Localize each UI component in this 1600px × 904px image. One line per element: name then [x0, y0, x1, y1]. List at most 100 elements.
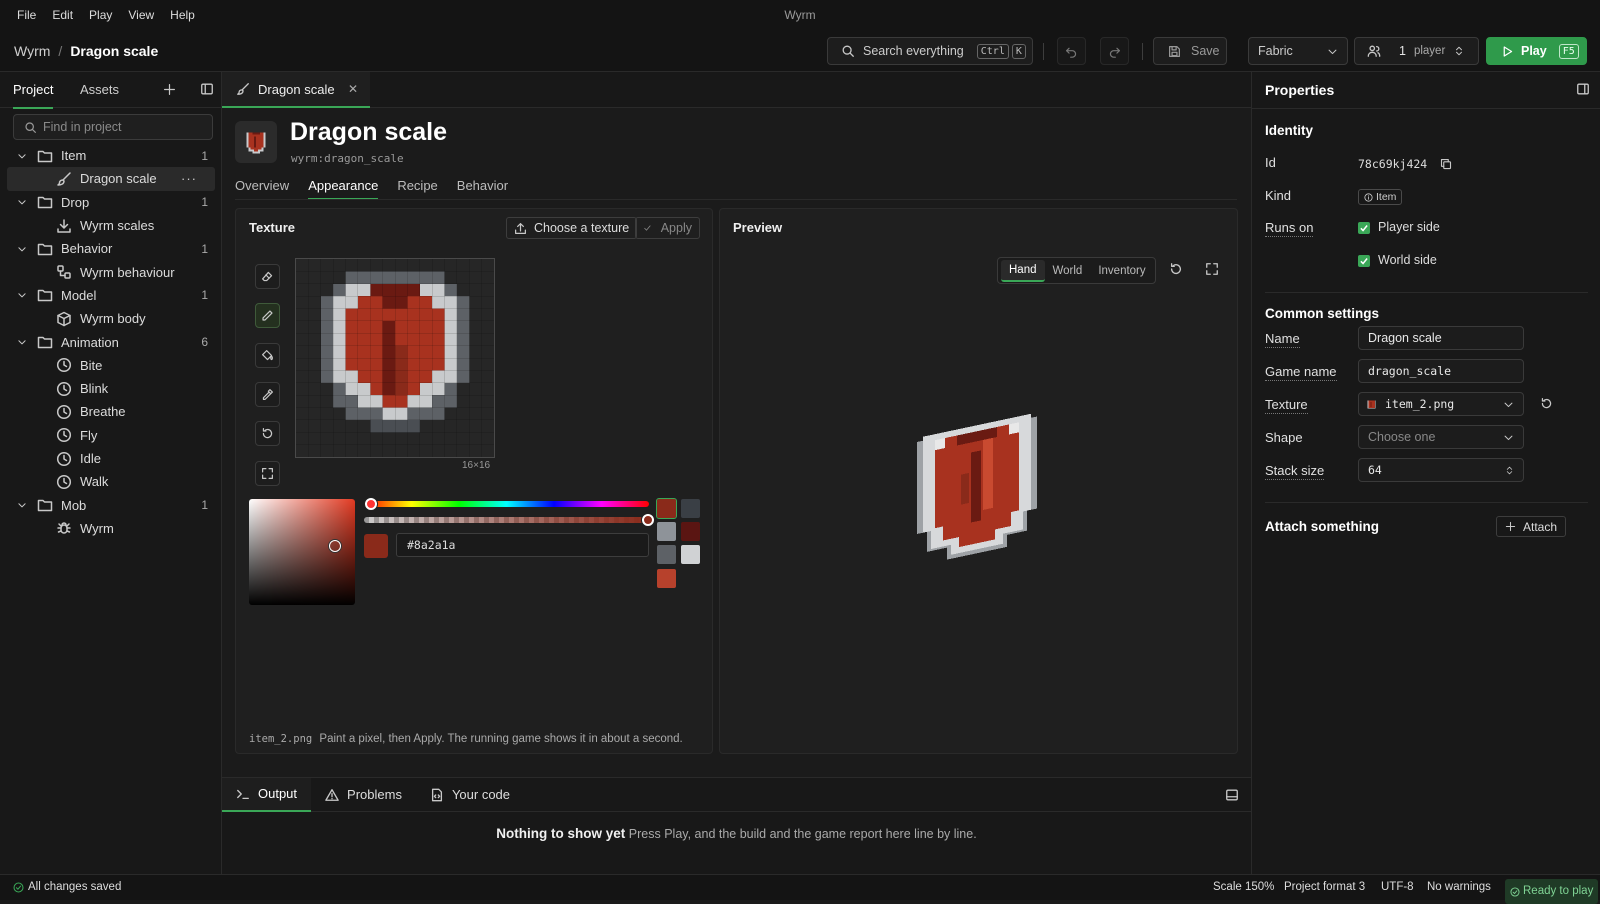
choose-texture-button[interactable]: Choose a texture	[506, 217, 638, 239]
asset-thumbnail	[235, 121, 277, 163]
warnings-status[interactable]: No warnings	[1427, 875, 1491, 900]
palette-swatch[interactable]	[681, 522, 700, 541]
menu-view[interactable]: View	[120, 0, 162, 30]
play-button[interactable]: Play F5	[1486, 37, 1587, 65]
find-in-project[interactable]	[13, 114, 213, 140]
fit-tool[interactable]	[255, 461, 280, 486]
find-input[interactable]	[43, 120, 203, 134]
menu-file[interactable]: File	[9, 0, 44, 30]
undo-button[interactable]	[1057, 37, 1086, 65]
stepper-icon[interactable]	[1454, 44, 1464, 58]
tree-folder-count: 6	[201, 335, 208, 350]
reset-tool[interactable]	[255, 421, 280, 446]
chevron-down-icon[interactable]	[17, 290, 27, 300]
apply-button[interactable]: Apply	[635, 217, 700, 239]
close-icon[interactable]: ✕	[348, 82, 358, 96]
tab-your-code[interactable]: Your code	[416, 778, 524, 812]
loader-select[interactable]: Fabric	[1248, 37, 1348, 65]
tree-item[interactable]: Wyrm behaviour	[0, 260, 222, 283]
attach-button[interactable]: Attach	[1496, 516, 1566, 537]
tab-output[interactable]: Output	[222, 777, 312, 812]
tree-folder[interactable]: Behavior 1	[0, 237, 222, 260]
palette-swatch[interactable]	[657, 545, 676, 564]
tree-folder[interactable]: Model 1	[0, 284, 222, 307]
tree-item[interactable]: Dragon scale ···	[7, 167, 215, 191]
runs-on-player[interactable]: Player side	[1358, 220, 1440, 234]
tree-folder[interactable]: Mob 1	[0, 493, 222, 516]
more-icon[interactable]: ···	[181, 171, 197, 186]
tree-item[interactable]: Bite	[0, 354, 222, 377]
chevron-down-icon[interactable]	[17, 500, 27, 510]
hue-slider[interactable]	[364, 501, 649, 507]
tree-item[interactable]: Fly	[0, 424, 222, 447]
tree-item[interactable]: Wyrm	[0, 517, 222, 540]
alpha-handle[interactable]	[642, 514, 654, 526]
tree-item[interactable]: Wyrm scales	[0, 214, 222, 237]
players-stepper[interactable]: 1 player	[1354, 37, 1479, 65]
menu-play[interactable]: Play	[81, 0, 120, 30]
chevron-down-icon[interactable]	[17, 151, 27, 161]
chevron-down-icon[interactable]	[17, 197, 27, 207]
subtab-recipe[interactable]: Recipe	[397, 178, 437, 200]
panel-toggle-icon[interactable]	[200, 82, 214, 96]
tree-item[interactable]: Breathe	[0, 400, 222, 423]
mode-hand[interactable]: Hand	[1001, 259, 1045, 282]
panel-collapse-icon[interactable]	[1225, 788, 1239, 802]
redo-button[interactable]	[1100, 37, 1129, 65]
hue-handle[interactable]	[365, 498, 377, 510]
palette-swatch[interactable]	[681, 545, 700, 564]
mode-inventory[interactable]: Inventory	[1090, 261, 1153, 281]
tree-folder[interactable]: Animation 6	[0, 330, 222, 353]
tab-project[interactable]: Project	[13, 72, 54, 109]
fill-tool[interactable]	[255, 343, 280, 368]
saturation-value-picker[interactable]	[249, 499, 355, 605]
add-icon[interactable]	[163, 83, 176, 96]
panel-toggle-icon[interactable]	[1576, 82, 1590, 96]
sv-handle[interactable]	[329, 540, 341, 552]
palette-swatch[interactable]	[657, 569, 676, 588]
mode-world[interactable]: World	[1045, 261, 1091, 281]
tree-item[interactable]: Wyrm body	[0, 307, 222, 330]
fullscreen-icon[interactable]	[1205, 262, 1219, 276]
breadcrumb-root[interactable]: Wyrm	[14, 30, 50, 72]
tree-item[interactable]: Idle	[0, 447, 222, 470]
stack-size-stepper[interactable]: 64	[1358, 458, 1524, 482]
reset-icon[interactable]	[1540, 397, 1553, 410]
pencil-tool[interactable]	[255, 303, 280, 328]
scale-status[interactable]: Scale 150%	[1213, 875, 1274, 900]
stepper-icon[interactable]	[1505, 464, 1514, 477]
save-button[interactable]: Save	[1153, 37, 1227, 65]
copy-icon[interactable]	[1440, 158, 1452, 170]
eyedropper-tool[interactable]	[255, 382, 280, 407]
chevron-down-icon[interactable]	[17, 337, 27, 347]
alpha-slider[interactable]	[364, 517, 649, 523]
palette-swatch[interactable]	[681, 499, 700, 518]
subtab-appearance[interactable]: Appearance	[308, 178, 379, 200]
shape-select[interactable]: Choose one	[1358, 425, 1524, 449]
subtab-overview[interactable]: Overview	[235, 178, 289, 200]
tree-item-label: Dragon scale	[80, 171, 157, 187]
palette-swatch[interactable]	[657, 522, 676, 541]
eraser-tool[interactable]	[255, 264, 280, 289]
editor-tab-dragon-scale[interactable]: Dragon scale ✕	[222, 72, 370, 108]
name-field[interactable]: Dragon scale	[1358, 326, 1524, 350]
menu-help[interactable]: Help	[162, 0, 203, 30]
texture-select[interactable]: item_2.png	[1358, 392, 1524, 416]
check-icon	[1358, 254, 1370, 267]
pixel-canvas[interactable]	[295, 258, 495, 458]
chevron-down-icon[interactable]	[17, 244, 27, 254]
search-everything-button[interactable]: Search everything Ctrl K	[827, 37, 1033, 65]
tree-item[interactable]: Blink	[0, 377, 222, 400]
menu-edit[interactable]: Edit	[44, 0, 81, 30]
game-name-field[interactable]: dragon_scale	[1358, 359, 1524, 383]
runs-on-world[interactable]: World side	[1358, 253, 1437, 267]
tree-folder[interactable]: Drop 1	[0, 191, 222, 214]
tree-item[interactable]: Walk	[0, 470, 222, 493]
palette-swatch[interactable]	[656, 498, 677, 519]
subtab-behavior[interactable]: Behavior	[457, 178, 508, 200]
tree-folder[interactable]: Item 1	[0, 144, 222, 167]
rotate-icon[interactable]	[1169, 262, 1183, 276]
tab-problems[interactable]: Problems	[311, 778, 416, 812]
hex-input[interactable]	[396, 533, 649, 557]
tab-assets[interactable]: Assets	[80, 72, 119, 107]
